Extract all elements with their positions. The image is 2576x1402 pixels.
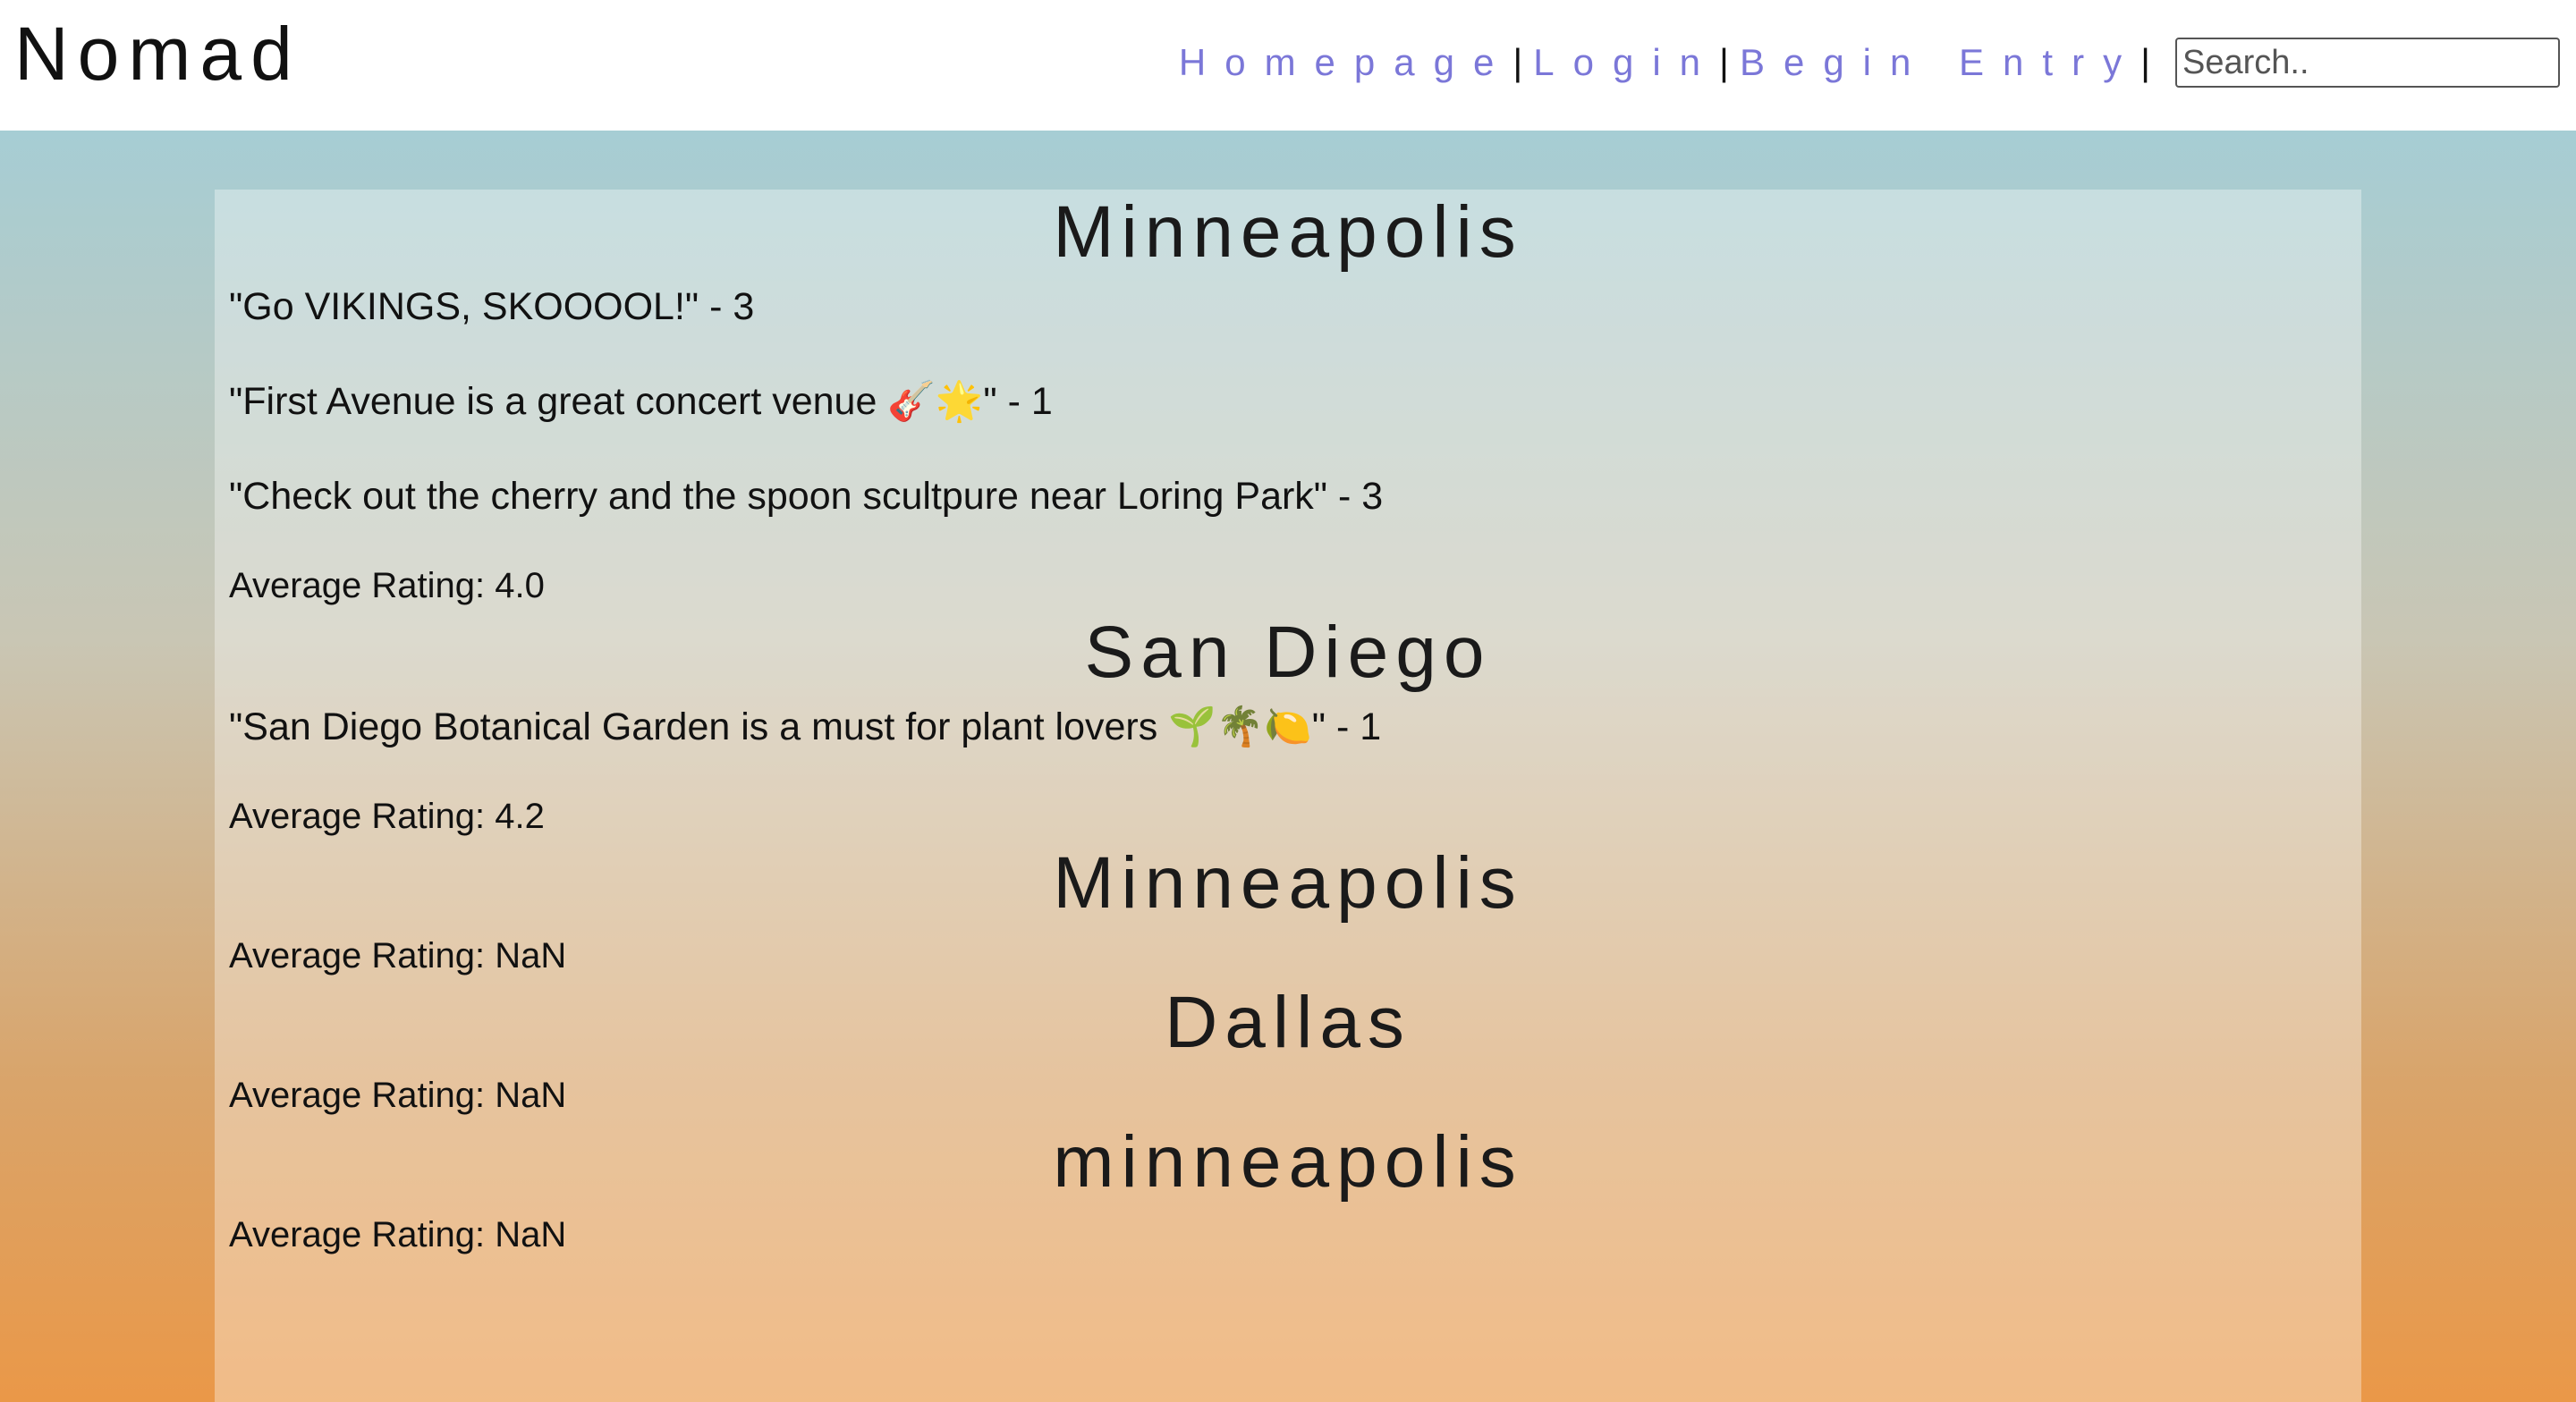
site-header: Nomad Homepage | Login | Begin Entry | [0,0,2576,131]
average-rating: Average Rating: 4.2 [229,797,545,836]
nav-link-homepage[interactable]: Homepage [1179,41,1513,84]
average-rating: Average Rating: NaN [229,936,567,975]
nav-separator: | [1719,41,1729,83]
review-item: "Check out the cherry and the spoon scul… [229,475,1384,518]
city-section: San Diego "San Diego Botanical Garden is… [215,610,2361,839]
nav-separator: | [2140,41,2150,83]
nav-link-begin-entry[interactable]: Begin Entry [1740,41,2140,84]
city-heading: Minneapolis [1053,842,1523,924]
site-logo: Nomad [14,12,301,96]
city-heading: minneapolis [1053,1121,1523,1203]
city-section: minneapolis Average Rating: NaN [215,1119,2361,1257]
main-nav: Homepage | Login | Begin Entry | [1179,34,2560,91]
nav-link-login[interactable]: Login [1533,41,1719,84]
city-reviews-panel: Minneapolis "Go VIKINGS, SKOOOOL!" - 3 "… [215,190,2361,1402]
city-heading: Minneapolis [1053,191,1523,273]
city-heading: San Diego [1084,612,1492,693]
city-section: Dallas Average Rating: NaN [215,980,2361,1118]
city-section: Minneapolis "Go VIKINGS, SKOOOOL!" - 3 "… [215,190,2361,608]
review-item: "San Diego Botanical Garden is a must fo… [229,705,1382,748]
city-heading: Dallas [1165,982,1411,1063]
nav-separator: | [1513,41,1523,83]
review-item: "First Avenue is a great concert venue 🎸… [229,380,1053,423]
average-rating: Average Rating: 4.0 [229,566,545,605]
average-rating: Average Rating: NaN [229,1215,567,1254]
search-input[interactable] [2175,38,2560,88]
city-section: Minneapolis Average Rating: NaN [215,840,2361,978]
review-item: "Go VIKINGS, SKOOOOL!" - 3 [229,285,755,328]
average-rating: Average Rating: NaN [229,1076,567,1115]
